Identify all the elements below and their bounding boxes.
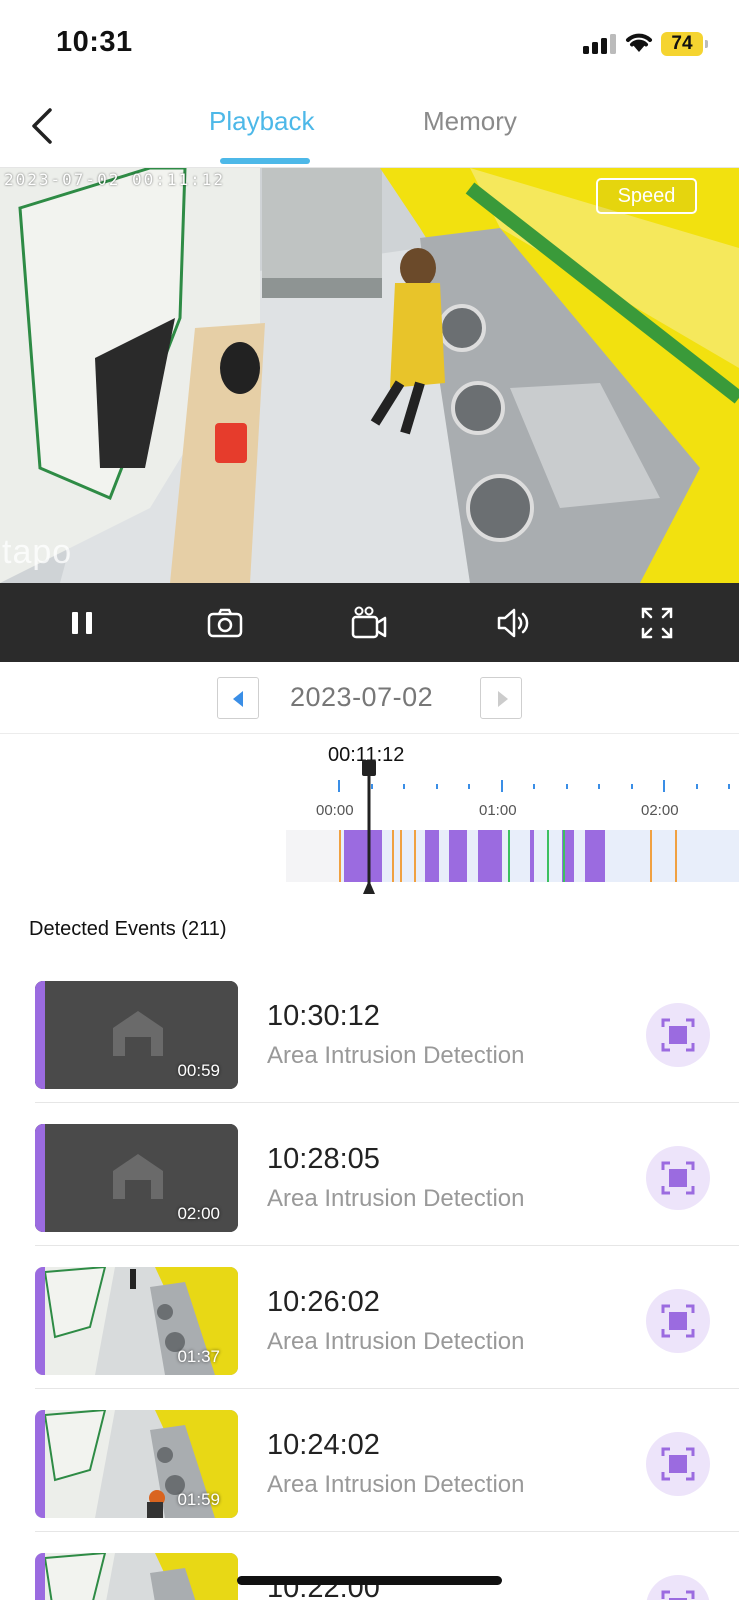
event-type: Area Intrusion Detection [267,1328,525,1355]
event-time: 10:30:12 [267,1000,380,1032]
timeline-tick-label: 00:00 [316,802,354,819]
video-player[interactable]: 2023-07-02 00:11:12 tapo Speed [0,168,739,583]
status-time: 10:31 [56,26,133,58]
camera-icon[interactable] [205,603,245,643]
event-thumbnail[interactable]: 00:59 [35,981,238,1089]
fullscreen-icon[interactable] [637,603,677,643]
player-controls [0,583,739,662]
pause-icon[interactable] [62,603,102,643]
event-time: 10:28:05 [267,1143,380,1175]
timeline-tick-label: 01:00 [479,802,517,819]
active-tab-indicator [220,158,310,164]
tab-playback[interactable]: Playback [209,106,315,137]
timeline-tick-label: 02:00 [641,802,679,819]
event-thumbnail[interactable]: 01:37 [35,1267,238,1375]
event-thumbnail[interactable]: 02:00 [35,1124,238,1232]
intrusion-area-icon[interactable] [646,1289,710,1353]
volume-icon[interactable] [493,603,533,643]
video-timestamp: 2023-07-02 00:11:12 [4,170,226,189]
event-duration: 01:37 [177,1347,220,1366]
intrusion-area-icon[interactable] [646,1575,710,1600]
previous-day-button[interactable] [217,677,259,719]
next-day-button[interactable] [480,677,522,719]
back-arrow-icon[interactable] [26,102,62,150]
battery-level: 74 [661,32,703,56]
event-item[interactable]: 01:59 10:24:02 Area Intrusion Detection [0,1389,739,1532]
event-type: Area Intrusion Detection [267,1471,525,1498]
event-thumbnail[interactable] [35,1553,238,1600]
event-duration: 01:59 [177,1490,220,1509]
triangle-right-icon [498,691,508,707]
timeline[interactable]: 00:11:12 00:00 01:00 02:00 [0,734,739,894]
tapo-watermark: tapo [2,533,73,571]
event-time: 10:24:02 [267,1429,380,1461]
tab-memory[interactable]: Memory [423,106,517,137]
event-time: 10:26:02 [267,1286,380,1318]
event-item[interactable]: 00:59 10:30:12 Area Intrusion Detection [0,960,739,1103]
event-item[interactable]: 02:00 10:28:05 Area Intrusion Detection [0,1103,739,1246]
cellular-signal-icon [583,34,616,54]
event-type: Area Intrusion Detection [267,1042,525,1069]
current-date: 2023-07-02 [290,682,434,712]
header: Playback Memory [0,90,739,168]
intrusion-area-icon[interactable] [646,1432,710,1496]
events-header: Detected Events (211) [29,918,227,940]
triangle-left-icon [233,691,243,707]
battery-icon: 74 [661,32,708,56]
event-type: Area Intrusion Detection [267,1185,525,1212]
speed-button[interactable]: Speed [596,178,697,214]
status-bar: 10:31 74 [0,0,739,90]
event-thumbnail[interactable]: 01:59 [35,1410,238,1518]
intrusion-area-icon[interactable] [646,1146,710,1210]
timeline-track[interactable] [0,734,739,894]
event-item[interactable]: 10:22:00 [0,1532,739,1600]
home-indicator [237,1576,502,1585]
event-duration: 02:00 [177,1204,220,1223]
event-duration: 00:59 [177,1061,220,1080]
record-icon[interactable] [349,603,389,643]
scene-thumbnail-image [35,1553,238,1600]
wifi-icon [626,33,652,52]
camera-frame [0,168,739,583]
date-selector: 2023-07-02 [0,662,739,734]
intrusion-area-icon[interactable] [646,1003,710,1067]
event-item[interactable]: 01:37 10:26:02 Area Intrusion Detection [0,1246,739,1389]
